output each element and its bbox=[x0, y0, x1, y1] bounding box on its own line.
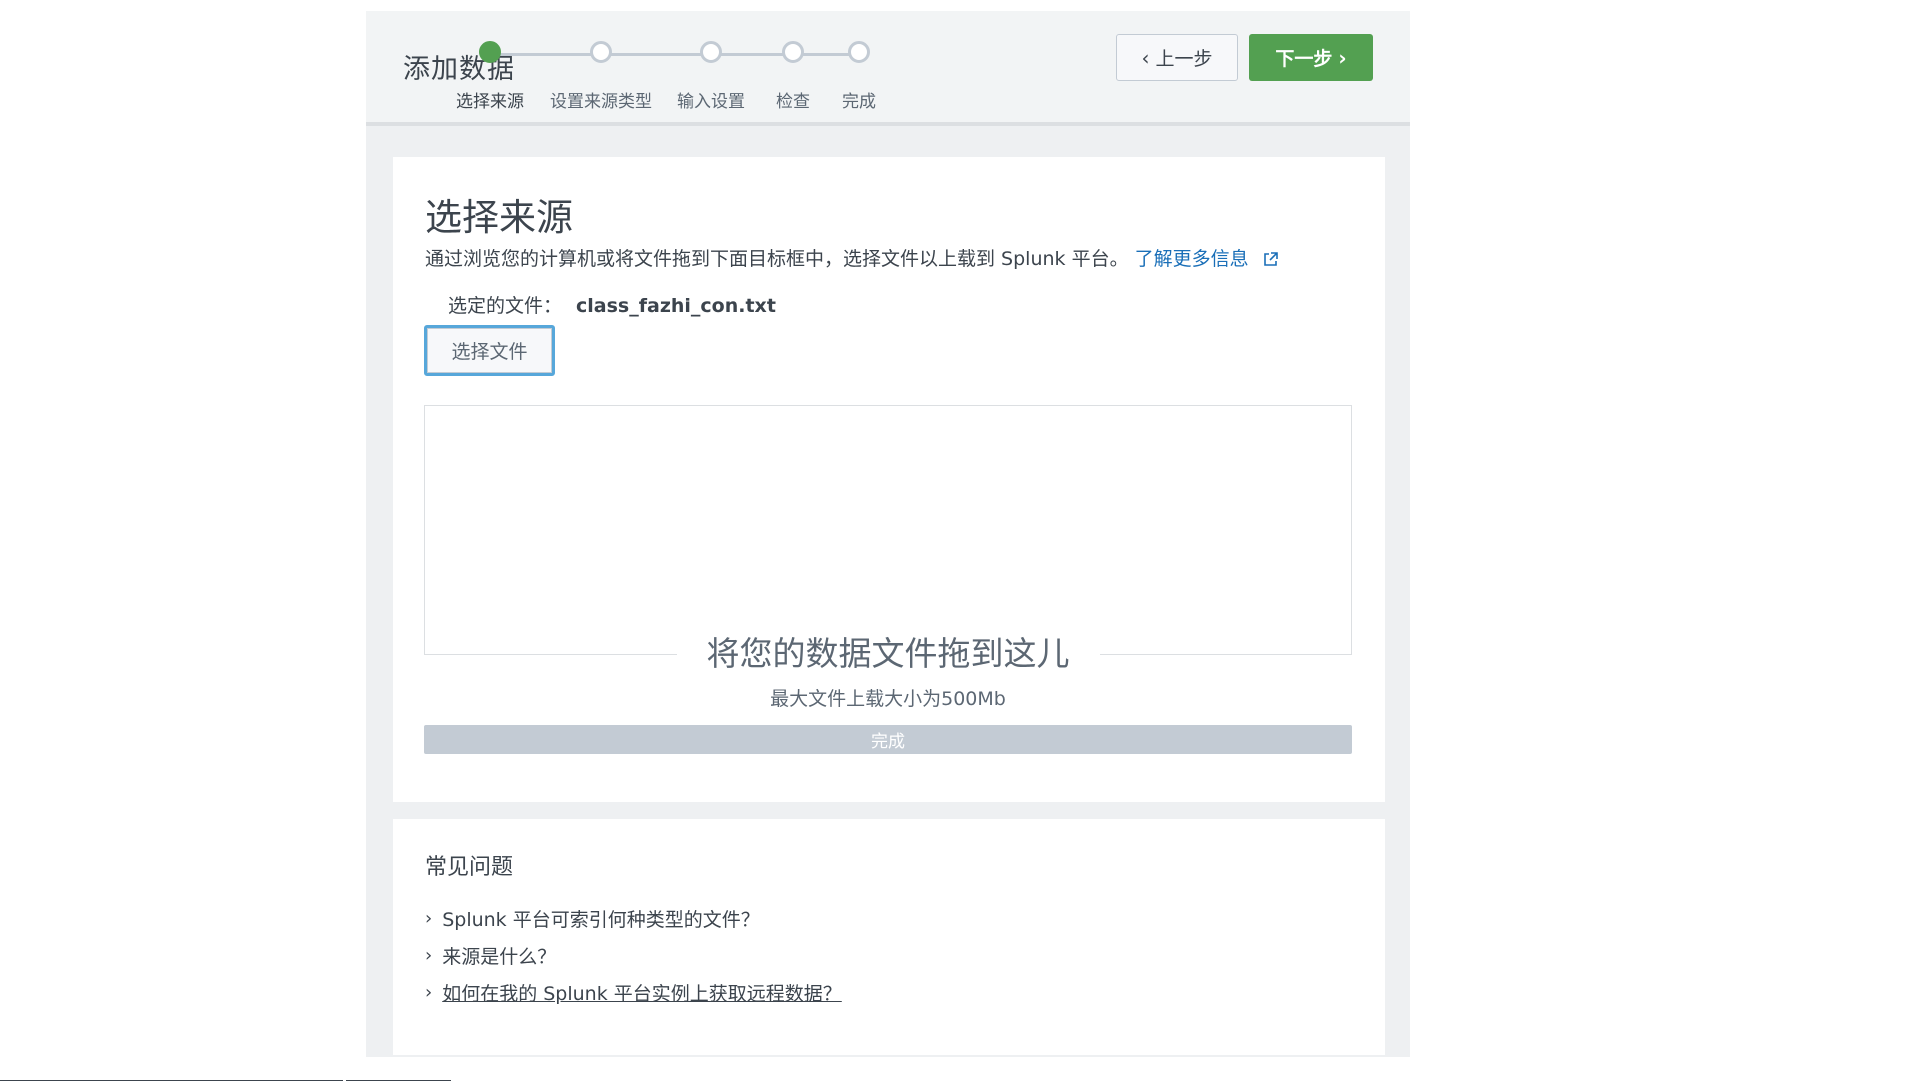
step-dot-done bbox=[848, 41, 870, 63]
step-connector bbox=[601, 53, 711, 56]
faq-item[interactable]: › 如何在我的 Splunk 平台实例上获取远程数据？ bbox=[425, 979, 842, 1006]
faq-title: 常见问题 bbox=[425, 855, 514, 880]
back-button[interactable]: ‹ 上一步 bbox=[1116, 34, 1238, 81]
learn-more-link[interactable]: 了解更多信息 bbox=[1135, 248, 1278, 270]
step-label-input-settings: 输入设置 bbox=[677, 92, 745, 112]
source-description: 通过浏览您的计算机或将文件拖到下面目标框中，选择文件以上载到 Splunk 平台… bbox=[425, 244, 1278, 271]
faq-item-label: Splunk 平台可索引何种类型的文件？ bbox=[442, 909, 760, 931]
step-label-review: 检查 bbox=[776, 92, 810, 112]
file-drop-zone[interactable] bbox=[424, 405, 1352, 655]
choose-file-button[interactable]: 选择文件 bbox=[424, 325, 555, 376]
external-link-icon bbox=[1263, 252, 1278, 266]
faq-item[interactable]: › 来源是什么？ bbox=[425, 942, 556, 969]
drop-zone-subtitle: 最大文件上载大小为500Mb bbox=[770, 688, 1006, 710]
select-source-card: 选择来源 通过浏览您的计算机或将文件拖到下面目标框中，选择文件以上载到 Splu… bbox=[393, 157, 1385, 802]
chevron-right-icon: › bbox=[425, 908, 433, 929]
step-label-select-source: 选择来源 bbox=[456, 92, 524, 112]
chevron-left-icon: ‹ bbox=[1141, 45, 1150, 70]
step-connector bbox=[490, 53, 601, 56]
step-dot-set-source-type bbox=[590, 41, 612, 63]
selected-file-name: class_fazhi_con.txt bbox=[576, 295, 776, 317]
back-button-label: 上一步 bbox=[1155, 48, 1213, 70]
faq-card: 常见问题 › Splunk 平台可索引何种类型的文件？ › 来源是什么？ › 如… bbox=[393, 819, 1385, 1055]
header-bar: 添加数据 选择来源 设置来源类型 输入设置 检查 完成 ‹ 上一步 下一步 › bbox=[366, 11, 1410, 126]
chevron-right-icon: › bbox=[425, 982, 433, 1003]
step-label-done: 完成 bbox=[842, 92, 876, 112]
section-title: 选择来源 bbox=[425, 196, 573, 239]
drop-zone-title-text: 将您的数据文件拖到这儿 bbox=[676, 634, 1100, 673]
chevron-right-icon: › bbox=[1338, 45, 1347, 70]
faq-item-label: 如何在我的 Splunk 平台实例上获取远程数据？ bbox=[442, 983, 842, 1005]
progress-label: 完成 bbox=[871, 732, 905, 752]
upload-progress-bar: 完成 bbox=[424, 725, 1352, 754]
chevron-right-icon: › bbox=[425, 945, 433, 966]
next-button-label: 下一步 bbox=[1275, 48, 1333, 70]
add-data-panel: 添加数据 选择来源 设置来源类型 输入设置 检查 完成 ‹ 上一步 下一步 › bbox=[366, 11, 1410, 1057]
next-button[interactable]: 下一步 › bbox=[1249, 34, 1373, 81]
faq-item-label: 来源是什么？ bbox=[442, 946, 557, 968]
learn-more-label: 了解更多信息 bbox=[1134, 248, 1249, 270]
faq-item[interactable]: › Splunk 平台可索引何种类型的文件？ bbox=[425, 905, 760, 932]
step-label-set-source-type: 设置来源类型 bbox=[550, 92, 652, 112]
description-text: 通过浏览您的计算机或将文件拖到下面目标框中，选择文件以上载到 Splunk 平台… bbox=[425, 248, 1129, 270]
selected-file-label: 选定的文件： bbox=[448, 295, 563, 317]
step-connector bbox=[711, 53, 793, 56]
step-dot-select-source bbox=[479, 41, 501, 63]
step-dot-input-settings bbox=[700, 41, 722, 63]
step-dot-review bbox=[782, 41, 804, 63]
selected-file-row: 选定的文件： class_fazhi_con.txt bbox=[448, 291, 776, 318]
drop-zone-title: 将您的数据文件拖到这儿 bbox=[424, 627, 1352, 675]
